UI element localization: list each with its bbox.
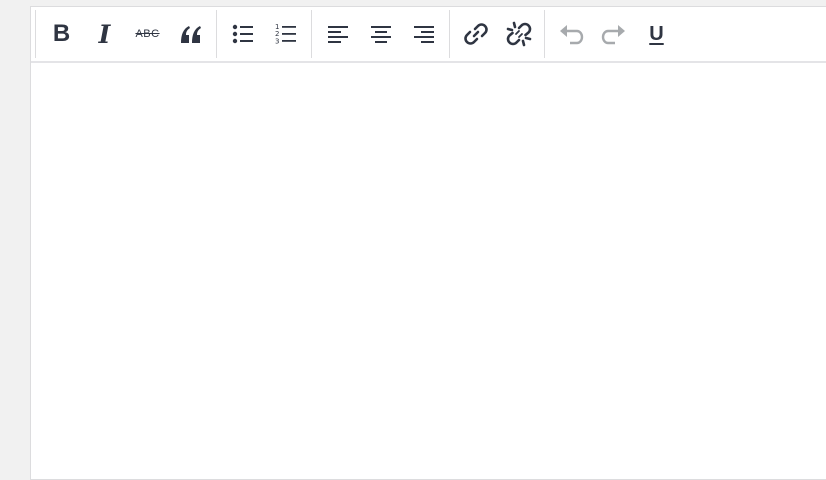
list-group: 1 2 3 (216, 10, 311, 58)
align-center-button[interactable] (363, 14, 399, 54)
bullet-list-button[interactable] (225, 14, 261, 54)
numbered-list-button[interactable]: 1 2 3 (268, 14, 304, 54)
align-left-icon (327, 26, 348, 43)
unlink-icon (506, 21, 531, 47)
align-left-button[interactable] (320, 14, 356, 54)
history-group: U (544, 10, 682, 58)
align-right-button[interactable] (406, 14, 442, 54)
strikethrough-icon: ABC (135, 28, 160, 40)
blockquote-button[interactable] (173, 14, 209, 54)
bold-button[interactable]: B (44, 14, 80, 54)
remove-link-button[interactable] (501, 14, 537, 54)
undo-button[interactable] (553, 14, 589, 54)
rich-text-editor: B I ABC 1 2 3 U (30, 6, 826, 480)
underline-icon: U (649, 22, 664, 45)
redo-button[interactable] (596, 14, 632, 54)
align-group (311, 10, 449, 58)
italic-icon: I (98, 19, 111, 49)
italic-button[interactable]: I (87, 14, 123, 54)
align-center-icon (370, 26, 391, 43)
link-group (449, 10, 544, 58)
redo-icon (601, 25, 625, 45)
strikethrough-button[interactable]: ABC (130, 14, 166, 54)
svg-text:3: 3 (275, 38, 279, 46)
link-icon (463, 23, 488, 45)
editor-content-area[interactable] (31, 63, 826, 479)
editor-toolbar: B I ABC 1 2 3 U (31, 7, 826, 63)
bold-icon: B (52, 20, 71, 47)
blockquote-icon (180, 26, 201, 43)
format-group: B I ABC (35, 10, 216, 58)
bullet-list-icon (232, 24, 253, 44)
underline-button[interactable]: U (639, 14, 675, 54)
align-right-icon (413, 26, 434, 43)
insert-link-button[interactable] (458, 14, 494, 54)
undo-icon (559, 25, 583, 45)
numbered-list-icon: 1 2 3 (275, 23, 296, 46)
